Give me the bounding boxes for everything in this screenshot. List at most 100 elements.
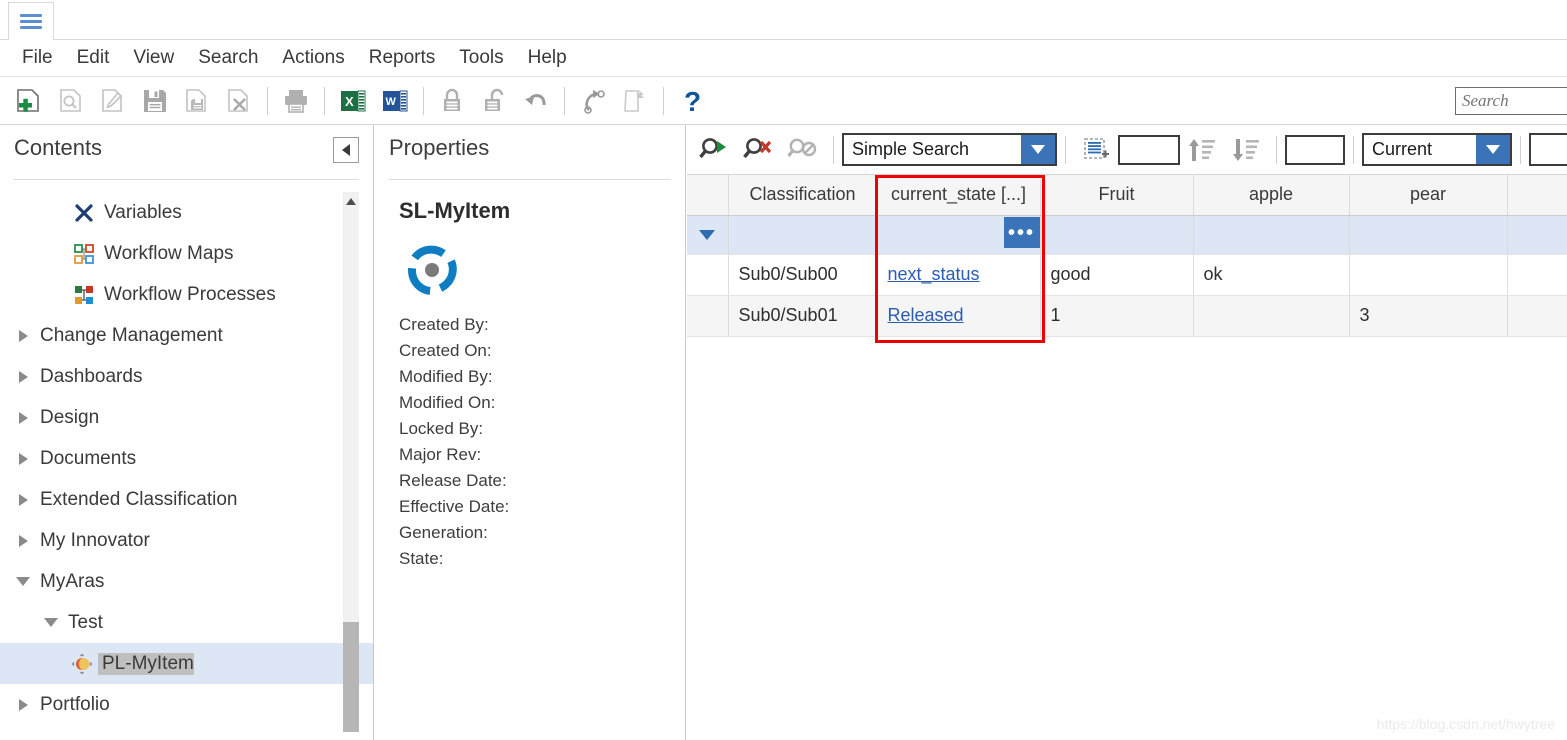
current-state-dots-button[interactable]: ••• [1003,217,1040,248]
collapse-contents-button[interactable] [333,137,359,163]
row-gutter[interactable] [687,295,729,337]
column-header-current-state[interactable]: current_state [...] [877,175,1041,216]
lock-button[interactable] [431,81,473,121]
cell-current-state[interactable]: next_status [877,254,1041,296]
scrollbar-thumb[interactable] [343,622,359,732]
column-header-fruit[interactable]: Fruit [1040,175,1194,216]
menu-search[interactable]: Search [186,43,270,73]
extra-select[interactable] [1529,133,1567,166]
expander[interactable] [38,618,64,627]
expander[interactable] [10,411,36,424]
cell-pear[interactable]: 3 [1349,295,1508,337]
search-mode-select[interactable]: Simple Search [842,133,1057,166]
undo-button[interactable] [515,81,557,121]
unlock-button[interactable] [473,81,515,121]
column-header-pear[interactable]: pear [1349,175,1508,216]
column-header-classification[interactable]: Classification [728,175,878,216]
expander[interactable] [10,452,36,465]
sort-descending-button[interactable] [1224,130,1268,170]
tree-item-workflow-maps[interactable]: Workflow Maps [0,233,373,274]
saved-search-button[interactable] [781,130,825,170]
help-button[interactable]: ? [671,81,713,121]
caret-down-icon[interactable] [699,229,716,240]
tree-item-label: Documents [40,447,137,469]
cell-fruit[interactable]: good [1040,254,1194,296]
menu-view[interactable]: View [121,43,186,73]
delete-item-icon [228,88,248,112]
menu-reports[interactable]: Reports [357,43,448,73]
menu-help[interactable]: Help [516,43,579,73]
copy-button[interactable] [614,81,656,121]
redo-button[interactable] [572,81,614,121]
tree-item-portfolio[interactable]: Portfolio [0,684,373,725]
page-size-input[interactable] [1285,134,1345,165]
new-item-button[interactable] [8,81,50,121]
tree-item-my-innovator[interactable]: My Innovator [0,520,373,561]
row-expander-cell[interactable] [687,215,729,255]
column-header-gutter[interactable] [687,175,729,216]
current-state-link[interactable]: Released [888,305,964,325]
tree-item-test[interactable]: Test [0,602,373,643]
edit-item-button[interactable] [92,81,134,121]
tree-item-workflow-processes[interactable]: Workflow Processes [0,274,373,315]
menu-tools[interactable]: Tools [447,43,515,73]
search-item-button[interactable] [50,81,92,121]
filter-cell-classification[interactable] [728,215,878,255]
tree-item-change-management[interactable]: Change Management [0,315,373,356]
filter-cell-fruit[interactable] [1040,215,1194,255]
menu-edit[interactable]: Edit [65,43,122,73]
cell-classification[interactable]: Sub0/Sub01 [728,295,878,337]
filter-cell-current-state[interactable]: ••• [877,215,1041,255]
new-query-button[interactable] [1074,130,1118,170]
tree-item-myaras[interactable]: MyAras [0,561,373,602]
tree-item-design[interactable]: Design [0,397,373,438]
table-row[interactable]: Sub0/Sub01 Released 1 3 [687,295,1567,337]
menu-actions[interactable]: Actions [270,43,356,73]
cell-pear[interactable] [1349,254,1508,296]
tree-item-documents[interactable]: Documents [0,438,373,479]
sort-ascending-button[interactable] [1180,130,1224,170]
expander[interactable] [10,577,36,586]
main-menu-tab[interactable] [8,2,54,41]
tree-item-pl-myitem[interactable]: PL-MyItem [0,643,373,684]
row-gutter[interactable] [687,254,729,296]
cell-apple[interactable]: ok [1193,254,1350,296]
export-word-button[interactable]: W [374,81,416,121]
menu-file[interactable]: File [10,43,65,73]
save-button[interactable] [134,81,176,121]
tree-item-variables[interactable]: Variables [0,192,373,233]
cell-fruit[interactable]: 1 [1040,295,1194,337]
chevron-down-icon[interactable] [1021,135,1055,164]
expander[interactable] [10,370,36,383]
export-excel-button[interactable]: X [332,81,374,121]
filter-cell-pear[interactable] [1349,215,1508,255]
cell-current-state[interactable]: Released [877,295,1041,337]
tree-item-label: Variables [104,201,182,223]
page-number-input[interactable] [1118,134,1180,165]
tree-item-dashboards[interactable]: Dashboards [0,356,373,397]
column-header-apple[interactable]: apple [1193,175,1350,216]
expander[interactable] [10,534,36,547]
delete-item-button[interactable] [218,81,260,121]
chevron-down-icon[interactable] [1476,135,1510,164]
export-word-icon: W [383,90,408,111]
expander[interactable] [10,329,36,342]
revision-mode-select[interactable]: Current [1362,133,1512,166]
cell-apple[interactable] [1193,295,1350,337]
filter-cell-apple[interactable] [1193,215,1350,255]
tree-item-extended-classification[interactable]: Extended Classification [0,479,373,520]
run-search-button[interactable] [693,130,737,170]
expander[interactable] [10,493,36,506]
save-close-button[interactable] [176,81,218,121]
toolbar-separator [267,86,268,115]
tree-scrollbar[interactable] [343,192,359,732]
table-row[interactable]: Sub0/Sub00 next_status good ok [687,254,1567,296]
current-state-link[interactable]: next_status [888,264,980,284]
tree-item-label: Portfolio [40,693,110,715]
expander[interactable] [10,698,36,711]
clear-search-button[interactable] [737,130,781,170]
global-search-input[interactable] [1455,86,1567,115]
scroll-up-button[interactable] [343,192,359,210]
print-button[interactable] [275,81,317,121]
cell-classification[interactable]: Sub0/Sub00 [728,254,878,296]
